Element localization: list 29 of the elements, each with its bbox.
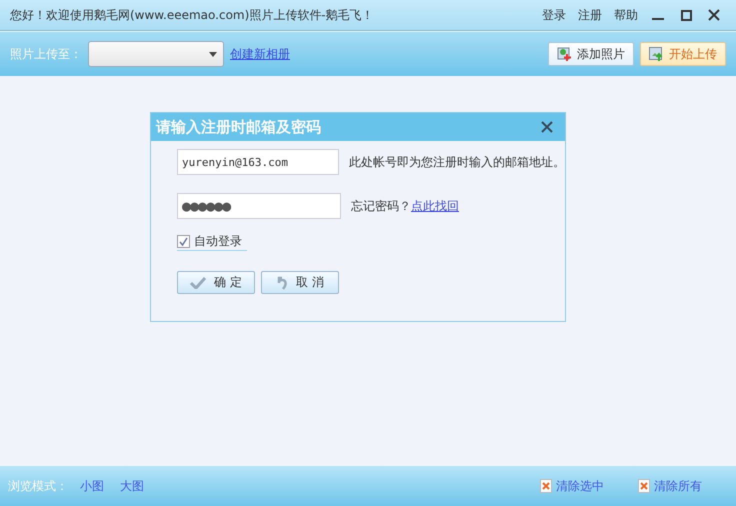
password-field[interactable]: ●●●●●●: [177, 193, 341, 219]
close-icon: [541, 121, 553, 133]
menu-item[interactable]: 注册: [572, 6, 608, 24]
upload-to-label: 照片上传至：: [10, 46, 82, 62]
undo-arrow-icon: [276, 276, 288, 290]
delete-icon: [540, 479, 552, 493]
dropdown-arrow-icon: [209, 52, 217, 56]
forgot-password-text: 忘记密码？点此找回: [351, 198, 459, 214]
minimize-icon: [652, 18, 664, 20]
delete-icon: [638, 479, 650, 493]
recover-link[interactable]: 点此找回: [411, 198, 459, 212]
create-album-link[interactable]: 创建新相册: [230, 46, 290, 62]
checkmark-icon: [190, 276, 206, 288]
account-hint: 此处帐号即为您注册时输入的邮箱地址。: [349, 154, 565, 170]
dialog-title: 请输入注册时邮箱及密码: [156, 118, 322, 136]
upload-image-icon: [649, 47, 663, 61]
checkmark-icon: [179, 237, 188, 246]
menu-item[interactable]: 登录: [536, 6, 572, 24]
view-mode-label: 浏览模式：: [8, 478, 68, 494]
add-photo-button[interactable]: 添加照片: [548, 42, 634, 66]
maximize-icon: [680, 10, 692, 20]
menu-item[interactable]: 帮助: [608, 6, 644, 24]
window-title: 您好！欢迎使用鹅毛网(www.eeemao.com)照片上传软件-鹅毛飞！: [10, 6, 375, 24]
add-image-icon: [557, 47, 571, 61]
cancel-button[interactable]: 取 消: [261, 271, 339, 294]
ok-button[interactable]: 确 定: [177, 271, 255, 294]
auto-login-checkbox[interactable]: 自动登录: [177, 233, 247, 251]
account-field[interactable]: yurenyin@163.com: [177, 149, 339, 175]
close-icon: [708, 9, 720, 21]
